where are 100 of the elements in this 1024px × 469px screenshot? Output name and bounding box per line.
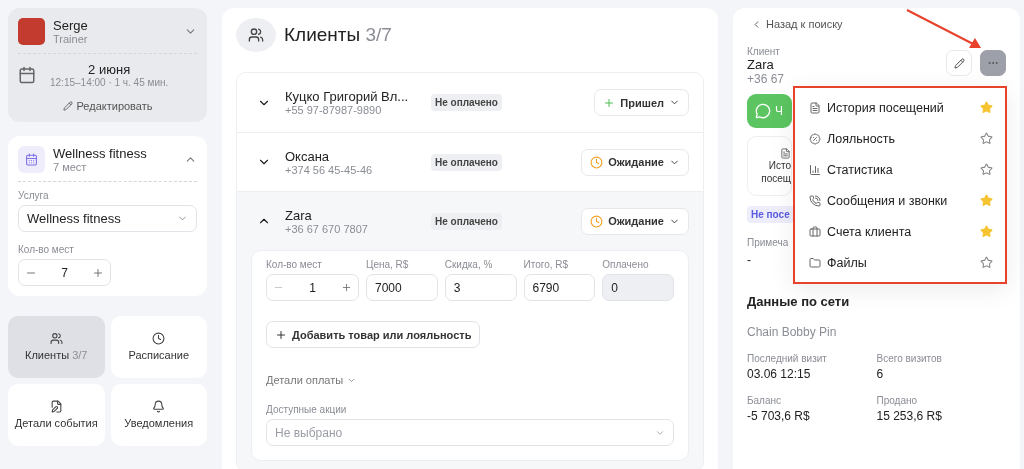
people-icon xyxy=(236,18,276,52)
star-icon[interactable] xyxy=(980,194,993,207)
nav-tile[interactable]: Расписание xyxy=(110,316,207,378)
field-label: Скидка, % xyxy=(444,259,494,270)
client-phone: +36 67 670 7807 xyxy=(285,222,369,235)
nav-label: Уведомления xyxy=(124,416,194,431)
star-icon[interactable] xyxy=(980,225,993,238)
input-field[interactable]: 7000 xyxy=(366,274,438,301)
star-icon[interactable] xyxy=(980,132,993,145)
service-label: Услуга xyxy=(18,190,50,201)
field-label: Цена, R$ xyxy=(366,259,410,270)
document-edit-icon xyxy=(49,399,63,413)
qty-value: 1 xyxy=(309,280,316,295)
menu-item[interactable]: Статистика xyxy=(809,154,993,185)
chat-bubble-icon xyxy=(755,103,771,119)
note-label: Примеча xyxy=(747,237,790,248)
payment-badge: Не оплачено xyxy=(431,212,502,230)
pencil-icon xyxy=(953,57,965,69)
stat-label: Всего визитов xyxy=(876,353,943,364)
places-stepper[interactable]: 7 xyxy=(18,259,111,286)
status-dropdown[interactable]: Ожидание xyxy=(581,207,689,235)
trainer-name: Serge xyxy=(53,18,89,33)
event-places: 7 мест xyxy=(53,161,88,173)
nav-tile[interactable]: Уведомления xyxy=(110,384,207,446)
document-icon xyxy=(780,147,791,159)
plus-button[interactable] xyxy=(92,266,104,279)
event-time: 12:15–14:00 · 1 ч. 45 мин. xyxy=(50,77,169,88)
avatar-placeholder xyxy=(18,18,45,45)
edit-link[interactable]: Редактировать xyxy=(62,100,153,112)
nav-tile[interactable]: Детали события xyxy=(8,384,105,446)
nav-label: Расписание xyxy=(128,348,190,363)
client-name: Zara xyxy=(747,57,775,72)
promo-label: Доступные акции xyxy=(266,404,348,415)
more-button[interactable] xyxy=(980,50,1006,76)
client-phone: +374 56 45-45-46 xyxy=(285,163,374,176)
client-name: Куцко Григорий Вл... xyxy=(285,89,410,104)
event-date: 2 июня xyxy=(87,62,132,77)
client-name: Zara xyxy=(285,207,313,223)
status-dropdown[interactable]: Ожидание xyxy=(581,148,689,176)
pencil-icon xyxy=(62,101,73,111)
menu-item[interactable]: Файлы xyxy=(809,247,993,278)
trainer-role: Trainer xyxy=(53,33,89,45)
plus-button[interactable] xyxy=(341,282,352,293)
payment-badge: Не оплачено xyxy=(431,94,502,111)
nav-tile[interactable]: Клиенты 3/7 xyxy=(8,316,105,378)
nav-label: Детали события xyxy=(14,416,98,431)
stat-label: Продано xyxy=(876,395,919,406)
network-title: Данные по сети xyxy=(747,294,851,309)
client-label: Клиент xyxy=(747,46,781,57)
places-value: 7 xyxy=(61,265,68,280)
event-title: Wellness fitness xyxy=(53,146,148,161)
star-icon[interactable] xyxy=(980,163,993,176)
stat-value: 03.06 12:15 xyxy=(747,367,812,381)
network-name: Chain Bobby Pin xyxy=(747,325,838,339)
visit-badge: Не посе xyxy=(747,206,794,223)
history-tile[interactable]: Исто посещ xyxy=(747,136,792,196)
client-phone: +36 67 xyxy=(747,72,785,86)
stat-value: 15 253,6 R$ xyxy=(876,409,943,423)
field-label: Итого, R$ xyxy=(523,259,570,270)
plus-icon xyxy=(275,328,287,341)
plus-icon xyxy=(603,96,616,109)
menu-item[interactable]: История посещений xyxy=(809,92,993,123)
client-name: Оксана xyxy=(285,148,331,164)
stat-label: Баланс xyxy=(747,395,783,406)
people-icon xyxy=(49,331,63,345)
calendar-icon xyxy=(18,66,36,84)
payment-details-toggle[interactable]: Детали оплаты xyxy=(266,374,357,386)
add-item-button[interactable]: Добавить товар или лояльность xyxy=(266,321,481,348)
service-select[interactable]: Wellness fitness xyxy=(18,205,197,232)
phone-icon xyxy=(809,194,821,207)
stat-value: -5 703,6 R$ xyxy=(747,409,811,423)
qty-stepper[interactable]: 1 xyxy=(266,274,359,301)
back-link[interactable]: Назад к поиску xyxy=(751,18,843,30)
menu-item[interactable]: Сообщения и звонки xyxy=(809,185,993,216)
bell-icon xyxy=(152,399,166,413)
folder-icon xyxy=(809,256,821,269)
edit-button[interactable] xyxy=(946,50,972,76)
stat-label: Последний визит xyxy=(747,353,828,364)
star-icon[interactable] xyxy=(980,256,993,269)
nav-label: Клиенты 3/7 xyxy=(25,348,88,363)
input-field[interactable]: 3 xyxy=(444,274,517,301)
list-icon xyxy=(809,101,821,114)
briefcase-icon xyxy=(809,225,821,238)
status-dropdown[interactable]: Пришел xyxy=(594,89,689,116)
menu-item[interactable]: Счета клиента xyxy=(809,216,993,247)
menu-item[interactable]: Лояльность xyxy=(809,123,993,154)
stat-value: 6 xyxy=(876,367,885,381)
count-label: Кол-во мест xyxy=(18,244,75,255)
client-phone: +55 97-87987-9890 xyxy=(285,104,383,116)
clock-icon xyxy=(590,214,604,228)
clock-icon xyxy=(152,331,166,345)
note-value: - xyxy=(747,253,751,267)
star-icon[interactable] xyxy=(980,101,993,114)
payment-badge: Не оплачено xyxy=(431,153,502,171)
field-label: Оплачено xyxy=(602,259,650,270)
input-field[interactable]: 6790 xyxy=(523,274,596,301)
bar-chart-icon xyxy=(809,163,821,176)
clock-icon xyxy=(590,155,604,169)
calendar-icon xyxy=(18,146,45,173)
percent-badge-icon xyxy=(809,132,821,145)
